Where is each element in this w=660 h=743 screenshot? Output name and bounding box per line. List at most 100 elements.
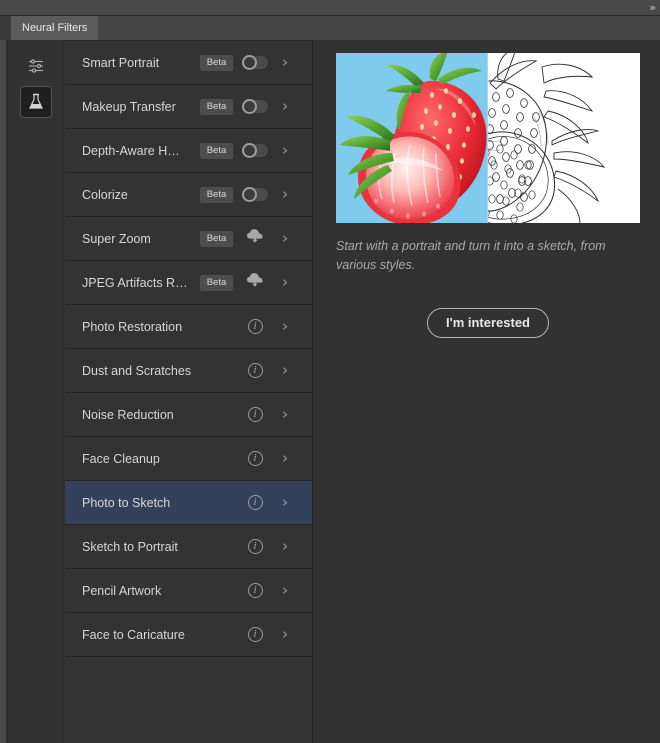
filter-row-jpeg-artifacts-r[interactable]: JPEG Artifacts R… Beta › <box>65 261 312 305</box>
filter-row-expand[interactable]: › <box>270 627 300 642</box>
filter-row-status: i <box>240 319 270 334</box>
filter-row-status <box>240 99 270 114</box>
filter-row-label: Dust and Scratches <box>82 363 192 378</box>
info-icon[interactable]: i <box>247 451 263 466</box>
info-icon[interactable]: i <box>247 539 263 554</box>
filter-row-photo-to-sketch[interactable]: Photo to Sketch i › <box>65 481 312 525</box>
chevron-right-icon: › <box>282 141 288 159</box>
filter-row-expand[interactable]: › <box>270 55 300 70</box>
filter-row-expand[interactable]: › <box>270 143 300 158</box>
chevron-right-icon: › <box>282 53 288 71</box>
chevron-right-icon: › <box>282 361 288 379</box>
filter-row-expand[interactable]: › <box>270 363 300 378</box>
filter-row-photo-restoration[interactable]: Photo Restoration i › <box>65 305 312 349</box>
filter-row-expand[interactable]: › <box>270 99 300 114</box>
filter-row-label: JPEG Artifacts R… <box>82 275 188 290</box>
filter-row-status <box>240 55 270 70</box>
beta-badge: Beta <box>200 142 233 159</box>
tab-bar: Neural Filters <box>0 16 660 40</box>
filter-row-status <box>240 228 270 249</box>
beta-badge: Beta <box>200 230 233 247</box>
collapse-panel-icon[interactable]: » <box>649 1 656 15</box>
filter-row-expand[interactable]: › <box>270 539 300 554</box>
filter-detail-pane: Start with a portrait and turn it into a… <box>314 40 660 743</box>
filter-row-status: i <box>240 451 270 466</box>
beaker-flask-icon <box>28 93 44 111</box>
filter-row-sketch-to-portrait[interactable]: Sketch to Portrait i › <box>65 525 312 569</box>
sidebar-item-beta-filters[interactable] <box>19 86 52 118</box>
filter-row-status: i <box>240 495 270 510</box>
toggle-knob <box>242 187 257 202</box>
filter-row-expand[interactable]: › <box>270 187 300 202</box>
info-icon[interactable]: i <box>247 407 263 422</box>
filter-row-label: Face Cleanup <box>82 451 160 466</box>
filter-row-status <box>240 272 270 293</box>
im-interested-button[interactable]: I'm interested <box>426 308 549 338</box>
beta-badge: Beta <box>200 98 233 115</box>
filter-enable-toggle[interactable] <box>242 187 268 202</box>
filter-row-expand[interactable]: › <box>270 319 300 334</box>
info-icon[interactable]: i <box>247 495 263 510</box>
filter-row-label: Makeup Transfer <box>82 99 176 114</box>
adjustment-sliders-icon <box>27 58 45 74</box>
filter-row-status: i <box>240 539 270 554</box>
filter-row-expand[interactable]: › <box>270 275 300 290</box>
filter-row-status: i <box>240 407 270 422</box>
beta-badge: Beta <box>200 274 233 291</box>
chevron-right-icon: › <box>282 405 288 423</box>
filter-row-label: Depth-Aware H… <box>82 143 180 158</box>
filter-row-expand[interactable]: › <box>270 583 300 598</box>
info-icon[interactable]: i <box>247 627 263 642</box>
filter-row-noise-reduction[interactable]: Noise Reduction i › <box>65 393 312 437</box>
filter-list-empty-tail <box>65 657 312 737</box>
chevron-right-icon: › <box>282 229 288 247</box>
info-icon[interactable]: i <box>247 363 263 378</box>
chevron-right-icon: › <box>282 625 288 643</box>
filter-row-smart-portrait[interactable]: Smart Portrait Beta › <box>65 41 312 85</box>
cloud-download-icon[interactable] <box>246 228 264 249</box>
filter-row-label: Smart Portrait <box>82 55 160 70</box>
filter-row-dust-and-scratches[interactable]: Dust and Scratches i › <box>65 349 312 393</box>
tab-bar-left-gap <box>0 16 11 40</box>
sidebar-item-all-filters[interactable] <box>20 50 52 82</box>
filter-row-label: Noise Reduction <box>82 407 174 422</box>
panel-top-strip: » <box>0 0 660 16</box>
filter-row-makeup-transfer[interactable]: Makeup Transfer Beta › <box>65 85 312 129</box>
filter-row-label: Colorize <box>82 187 128 202</box>
filter-enable-toggle[interactable] <box>242 143 268 158</box>
filter-enable-toggle[interactable] <box>242 55 268 70</box>
filter-row-depth-aware-h[interactable]: Depth-Aware H… Beta › <box>65 129 312 173</box>
neural-filters-panel: » Neural Filters Smart Portrait Beta › M… <box>0 0 660 743</box>
filter-description: Start with a portrait and turn it into a… <box>336 239 606 272</box>
toggle-knob <box>242 143 257 158</box>
filter-row-super-zoom[interactable]: Super Zoom Beta › <box>65 217 312 261</box>
info-icon[interactable]: i <box>247 319 263 334</box>
filter-row-expand[interactable]: › <box>270 407 300 422</box>
filter-row-label: Photo Restoration <box>82 319 183 334</box>
filter-row-face-to-caricature[interactable]: Face to Caricature i › <box>65 613 312 657</box>
toggle-knob <box>242 55 257 70</box>
cloud-download-icon[interactable] <box>246 272 264 293</box>
chevron-right-icon: › <box>282 97 288 115</box>
chevron-right-icon: › <box>282 317 288 335</box>
filter-row-expand[interactable]: › <box>270 495 300 510</box>
filter-row-status <box>240 187 270 202</box>
toggle-knob <box>242 99 257 114</box>
filter-row-label: Face to Caricature <box>82 627 185 642</box>
info-icon[interactable]: i <box>247 583 263 598</box>
filter-row-face-cleanup[interactable]: Face Cleanup i › <box>65 437 312 481</box>
filter-row-pencil-artwork[interactable]: Pencil Artwork i › <box>65 569 312 613</box>
filter-row-expand[interactable]: › <box>270 451 300 466</box>
filter-row-status: i <box>240 363 270 378</box>
chevron-right-icon: › <box>282 581 288 599</box>
filter-list[interactable]: Smart Portrait Beta › Makeup Transfer Beta › D… <box>65 40 313 743</box>
chevron-right-icon: › <box>282 273 288 291</box>
filter-row-expand[interactable]: › <box>270 231 300 246</box>
filter-row-status: i <box>240 583 270 598</box>
tab-neural-filters[interactable]: Neural Filters <box>11 16 99 40</box>
filter-row-label: Pencil Artwork <box>82 583 162 598</box>
filter-enable-toggle[interactable] <box>242 99 268 114</box>
filter-category-sidebar <box>8 40 64 743</box>
filter-row-colorize[interactable]: Colorize Beta › <box>65 173 312 217</box>
beta-badge: Beta <box>200 186 233 203</box>
